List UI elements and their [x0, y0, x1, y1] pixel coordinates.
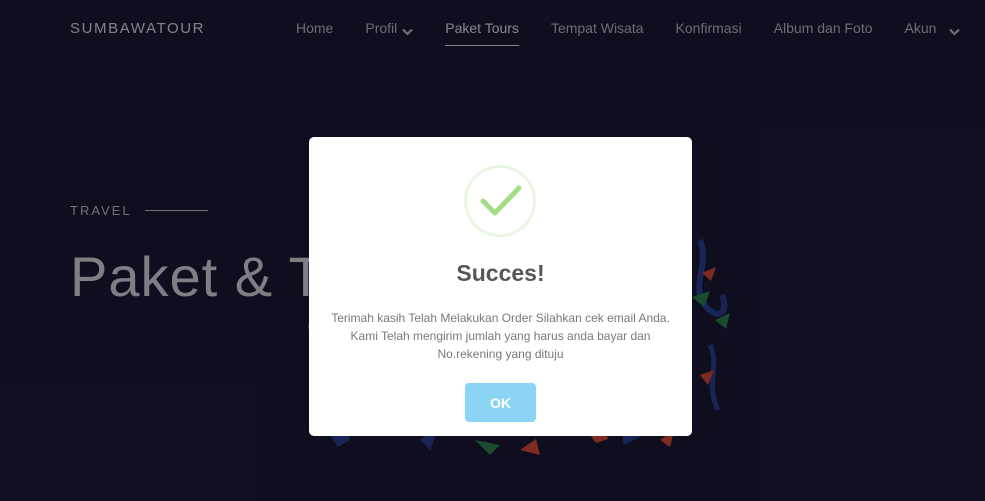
ok-button[interactable]: OK [465, 383, 536, 422]
success-dialog: Succes! Terimah kasih Telah Melakukan Or… [309, 137, 692, 436]
dialog-message: Terimah kasih Telah Melakukan Order Sila… [331, 311, 670, 361]
success-check-icon [464, 165, 536, 237]
dialog-title: Succes! [456, 260, 545, 286]
